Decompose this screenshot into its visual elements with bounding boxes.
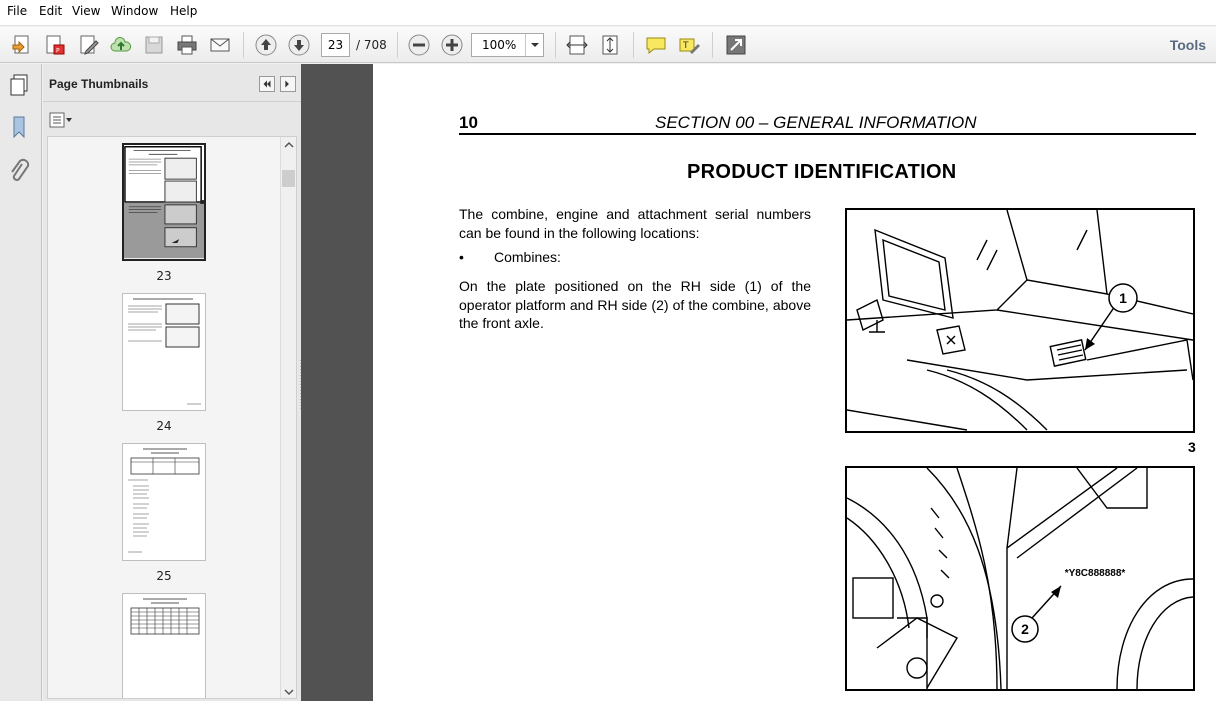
comment-icon[interactable]: [644, 33, 668, 57]
figure2-callout: 2: [1021, 621, 1029, 637]
expand-panel-icon[interactable]: [280, 76, 296, 92]
svg-text:P: P: [56, 48, 60, 55]
thumbnail-page-24[interactable]: [122, 293, 206, 411]
zoom-in-icon[interactable]: [440, 33, 464, 57]
zoom-value: 100%: [482, 38, 517, 52]
email-icon[interactable]: [208, 33, 232, 57]
zoom-out-icon[interactable]: [407, 33, 431, 57]
figure-operator-platform: 1: [845, 208, 1195, 433]
section-title: SECTION 00 – GENERAL INFORMATION: [655, 113, 977, 132]
highlight-text-icon[interactable]: T: [677, 33, 701, 57]
thumbnail-scrollbar[interactable]: [280, 137, 297, 699]
collapse-panel-icon[interactable]: [259, 76, 275, 92]
scroll-down-icon[interactable]: [281, 684, 297, 699]
thumbnail-options-icon[interactable]: [49, 112, 73, 128]
zoom-select[interactable]: 100%: [471, 33, 544, 57]
panel-title: Page Thumbnails: [49, 77, 149, 91]
page-number: 10: [459, 113, 478, 132]
svg-text:T: T: [682, 41, 689, 51]
menu-file[interactable]: File: [7, 4, 27, 18]
chevron-down-icon[interactable]: [525, 34, 543, 56]
thumbnail-page-25[interactable]: [122, 443, 206, 561]
previous-page-icon[interactable]: [254, 33, 278, 57]
location-paragraph: On the plate positioned on the RH side (…: [459, 278, 811, 331]
export-pdf-icon[interactable]: P: [43, 33, 67, 57]
thumbnail-label: 25: [156, 569, 172, 583]
figure1-callout: 1: [1119, 290, 1127, 306]
next-page-icon[interactable]: [287, 33, 311, 57]
scroll-up-icon[interactable]: [281, 137, 297, 153]
page-thumbnails-panel: Page Thumbnails 23 24 25: [43, 64, 301, 701]
full-screen-icon[interactable]: [724, 33, 748, 57]
toolbar-separator: [243, 32, 244, 58]
print-icon[interactable]: [175, 33, 199, 57]
thumbnail-page-23[interactable]: [122, 143, 206, 261]
menu-window[interactable]: Window: [111, 4, 158, 18]
page-heading: PRODUCT IDENTIFICATION: [687, 161, 957, 183]
thumbnail-page-26[interactable]: [122, 593, 206, 698]
menu-help[interactable]: Help: [170, 4, 197, 18]
bullet-item: Combines:: [494, 249, 561, 265]
acrobat-window: File Edit View Window Help P 23 / 708 10…: [0, 0, 1216, 701]
thumbnail-label: 23: [156, 269, 172, 283]
upload-cloud-icon[interactable]: [109, 33, 133, 57]
menu-view[interactable]: View: [72, 4, 100, 18]
page-total: / 708: [356, 38, 387, 52]
intro-paragraph: The combine, engine and attachment seria…: [459, 206, 811, 241]
bullet-marker: •: [459, 249, 464, 265]
menu-edit[interactable]: Edit: [39, 4, 62, 18]
page-thumbnails-icon[interactable]: [6, 72, 32, 98]
toolbar-separator: [712, 32, 713, 58]
figure-front-axle: *Y8C888888* 2: [845, 466, 1195, 691]
toolbar-separator: [397, 32, 398, 58]
edit-pdf-icon[interactable]: [77, 33, 101, 57]
toolbar: P 23 / 708 100% T Tools: [0, 27, 1216, 63]
toolbar-separator: [633, 32, 634, 58]
page-number-input[interactable]: 23: [321, 33, 350, 57]
save-icon[interactable]: [142, 33, 166, 57]
tools-button[interactable]: Tools: [1170, 37, 1206, 53]
bookmarks-icon[interactable]: [6, 114, 32, 140]
create-pdf-icon[interactable]: [10, 33, 34, 57]
figure-number: 3: [1188, 439, 1196, 455]
header-divider: [459, 133, 1196, 135]
thumbnail-list[interactable]: 23 24 25: [47, 136, 297, 699]
menu-bar: File Edit View Window Help: [0, 0, 1216, 26]
scrollbar-thumb[interactable]: [282, 170, 295, 187]
navigation-rail: [0, 64, 42, 701]
document-page: 10 SECTION 00 – GENERAL INFORMATION PROD…: [373, 64, 1216, 701]
fit-page-width-icon[interactable]: [565, 33, 589, 57]
serial-number-label: *Y8C888888*: [1065, 568, 1126, 579]
fit-page-icon[interactable]: [598, 33, 622, 57]
panel-header: Page Thumbnails: [43, 64, 301, 102]
attachments-icon[interactable]: [6, 158, 32, 184]
toolbar-separator: [555, 32, 556, 58]
document-viewport[interactable]: 10 SECTION 00 – GENERAL INFORMATION PROD…: [301, 64, 1216, 701]
thumbnail-label: 24: [156, 419, 172, 433]
